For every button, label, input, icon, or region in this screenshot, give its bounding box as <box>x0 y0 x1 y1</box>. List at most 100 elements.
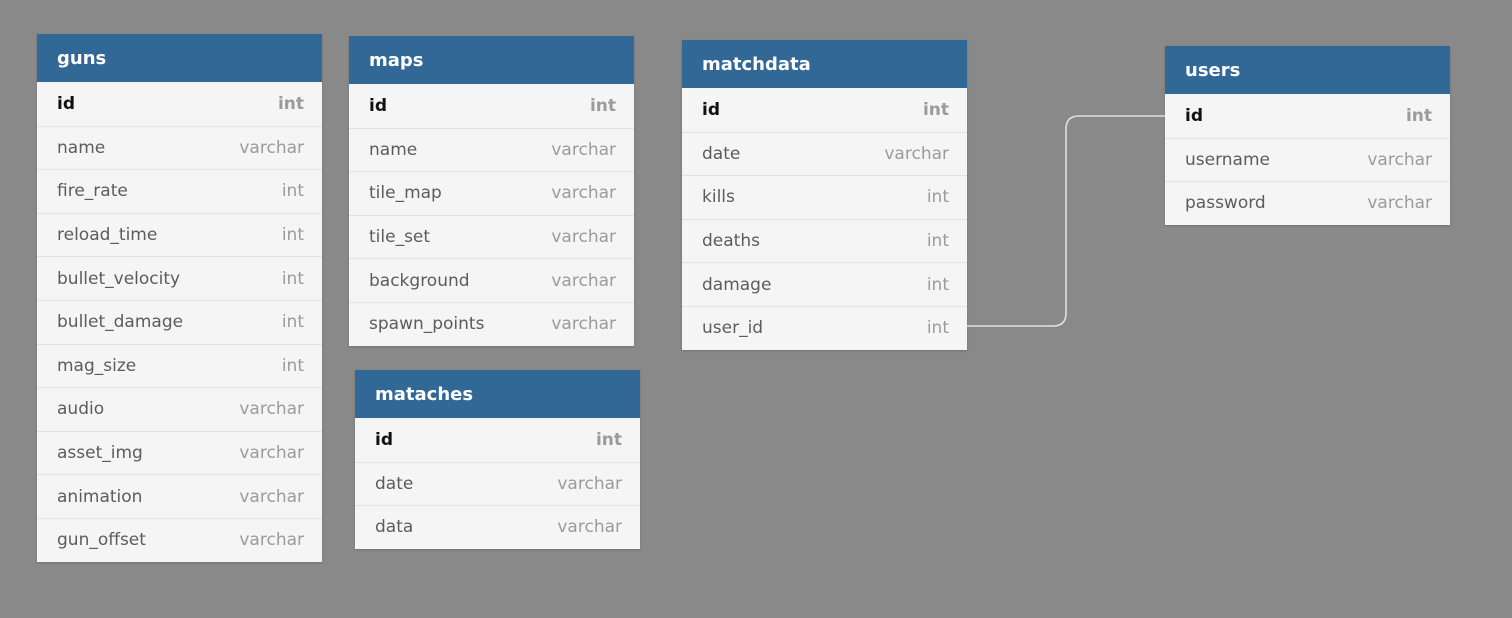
field-type: int <box>926 187 949 208</box>
field-name: damage <box>702 274 772 295</box>
field-type: varchar <box>1367 149 1432 170</box>
table-title: users <box>1185 59 1241 81</box>
field-type: int <box>281 181 304 202</box>
field-row-id[interactable]: id int <box>37 82 322 126</box>
field-type: varchar <box>239 137 304 158</box>
field-type: varchar <box>884 143 949 164</box>
field-type: varchar <box>557 473 622 494</box>
table-title: matchdata <box>702 53 811 75</box>
field-name: id <box>1185 105 1203 126</box>
field-row-asset-img[interactable]: asset_img varchar <box>37 430 322 475</box>
field-name: date <box>375 473 414 494</box>
table-title: mataches <box>375 383 474 405</box>
table-users[interactable]: users id int username varchar password varcha… <box>1165 46 1450 225</box>
field-row-bullet-velocity[interactable]: bullet_velocity int <box>37 256 322 300</box>
field-type: int <box>595 429 622 450</box>
field-row-spawn-points[interactable]: spawn_points varchar <box>349 301 634 346</box>
table-matchdata[interactable]: matchdata id int date varchar kills int deaths… <box>682 40 967 350</box>
field-row-tile-map[interactable]: tile_map varchar <box>349 171 634 215</box>
field-name: bullet_velocity <box>57 268 181 289</box>
field-row-id[interactable]: id int <box>1165 94 1450 138</box>
field-type: int <box>589 95 616 116</box>
field-row-bullet-damage[interactable]: bullet_damage int <box>37 299 322 344</box>
field-name: tile_map <box>369 183 442 204</box>
field-name: user_id <box>702 318 764 339</box>
field-type: varchar <box>557 517 622 538</box>
field-row-damage[interactable]: damage int <box>682 262 967 306</box>
field-type: int <box>277 93 304 114</box>
table-fields: id int name varchar tile_map varchar tile_set v… <box>349 84 634 346</box>
field-name: name <box>57 137 106 158</box>
field-type: int <box>1405 105 1432 126</box>
field-name: username <box>1185 149 1270 170</box>
field-type: int <box>281 268 304 289</box>
table-header[interactable]: matchdata <box>682 40 967 88</box>
field-type: varchar <box>551 227 616 248</box>
table-mataches[interactable]: mataches id int date varchar data varchar <box>355 370 640 549</box>
relation-line-matchdata-user-id-to-users-id[interactable] <box>967 115 1165 327</box>
field-row-deaths[interactable]: deaths int <box>682 218 967 263</box>
field-row-username[interactable]: username varchar <box>1165 137 1450 182</box>
table-fields: id int name varchar fire_rate int reload_time i… <box>37 82 322 562</box>
field-row-audio[interactable]: audio varchar <box>37 387 322 431</box>
field-row-date[interactable]: date varchar <box>682 131 967 176</box>
field-type: varchar <box>551 183 616 204</box>
field-type: varchar <box>239 486 304 507</box>
field-name: gun_offset <box>57 530 146 551</box>
field-type: varchar <box>551 270 616 291</box>
field-name: audio <box>57 399 105 420</box>
field-row-fire-rate[interactable]: fire_rate int <box>37 169 322 213</box>
field-row-name[interactable]: name varchar <box>37 125 322 170</box>
field-row-name[interactable]: name varchar <box>349 127 634 172</box>
field-row-gun-offset[interactable]: gun_offset varchar <box>37 517 322 562</box>
field-name: mag_size <box>57 355 137 376</box>
field-name: id <box>375 429 393 450</box>
table-title: guns <box>57 47 107 69</box>
table-header[interactable]: users <box>1165 46 1450 94</box>
field-type: varchar <box>239 399 304 420</box>
field-name: data <box>375 517 414 538</box>
field-name: password <box>1185 193 1266 214</box>
field-name: bullet_damage <box>57 312 184 333</box>
field-row-id[interactable]: id int <box>682 88 967 132</box>
field-name: animation <box>57 486 143 507</box>
field-row-tile-set[interactable]: tile_set varchar <box>349 214 634 259</box>
field-type: varchar <box>551 139 616 160</box>
field-type: int <box>281 225 304 246</box>
field-name: tile_set <box>369 227 431 248</box>
field-name: background <box>369 270 470 291</box>
table-header[interactable]: guns <box>37 34 322 82</box>
field-name: deaths <box>702 231 760 252</box>
table-title: maps <box>369 49 424 71</box>
field-row-background[interactable]: background varchar <box>349 258 634 302</box>
field-type: varchar <box>239 443 304 464</box>
field-row-date[interactable]: date varchar <box>355 461 640 506</box>
field-name: id <box>57 93 75 114</box>
field-type: int <box>926 231 949 252</box>
field-row-kills[interactable]: kills int <box>682 175 967 219</box>
table-guns[interactable]: guns id int name varchar fire_rate int reload_… <box>37 34 322 562</box>
table-header[interactable]: mataches <box>355 370 640 418</box>
table-fields: id int date varchar kills int deaths int damage i… <box>682 88 967 350</box>
field-row-mag-size[interactable]: mag_size int <box>37 343 322 388</box>
field-row-id[interactable]: id int <box>349 84 634 128</box>
field-name: fire_rate <box>57 181 128 202</box>
field-name: id <box>369 95 387 116</box>
table-fields: id int username varchar password varchar <box>1165 94 1450 225</box>
field-row-id[interactable]: id int <box>355 418 640 462</box>
table-fields: id int date varchar data varchar <box>355 418 640 549</box>
field-row-password[interactable]: password varchar <box>1165 181 1450 225</box>
diagram-canvas: guns id int name varchar fire_rate int reload_… <box>0 0 1512 618</box>
field-name: reload_time <box>57 225 158 246</box>
field-type: int <box>281 355 304 376</box>
field-type: varchar <box>1367 193 1432 214</box>
field-name: id <box>702 99 720 120</box>
table-header[interactable]: maps <box>349 36 634 84</box>
field-name: date <box>702 143 741 164</box>
field-type: int <box>922 99 949 120</box>
field-row-data[interactable]: data varchar <box>355 505 640 549</box>
table-maps[interactable]: maps id int name varchar tile_map varchar tile… <box>349 36 634 346</box>
field-row-animation[interactable]: animation varchar <box>37 474 322 518</box>
field-row-user-id[interactable]: user_id int <box>682 305 967 350</box>
field-row-reload-time[interactable]: reload_time int <box>37 212 322 257</box>
